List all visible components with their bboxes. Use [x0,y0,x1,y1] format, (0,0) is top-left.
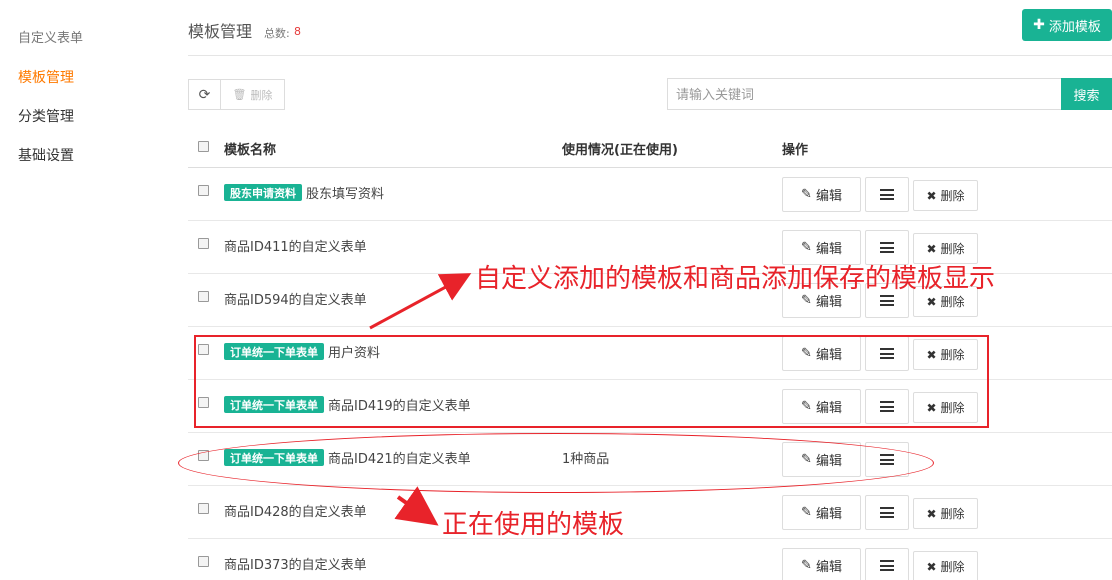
list-icon [880,507,894,518]
close-icon: ✖ [926,241,937,256]
delete-label: 删除 [940,560,965,574]
edit-button[interactable]: ✎ 编辑 [782,548,861,580]
select-all-checkbox[interactable] [198,141,209,152]
list-icon [880,242,894,253]
template-name: 商品ID594的自定义表单 [224,293,367,308]
sidebar-item-category-management[interactable]: 分类管理 [18,106,74,126]
delete-button[interactable]: ✖ 删除 [913,180,978,211]
row-checkbox[interactable] [198,185,209,196]
close-icon: ✖ [926,559,937,574]
delete-label: 删除 [940,295,965,309]
list-icon [880,189,894,200]
delete-label: 删除 [940,189,965,203]
column-header-usage: 使用情况(正在使用) [562,143,678,158]
sidebar: 自定义表单 模板管理 分类管理 基础设置 [0,0,170,580]
list-button[interactable] [865,177,909,212]
column-header-actions: 操作 [782,143,809,158]
page-title: 模板管理 [188,22,253,41]
list-button[interactable] [865,548,909,580]
edit-label: 编辑 [815,507,842,522]
bulk-delete-button[interactable]: 🗑 删除 [220,79,285,110]
search-button[interactable]: 搜索 [1061,78,1112,110]
row-actions: ✎ 编辑 ✖ 删除 [782,177,978,212]
add-template-label: 添加模板 [1048,19,1101,35]
plus-icon: ✚ [1033,17,1045,33]
add-template-button[interactable]: ✚ 添加模板 [1022,9,1112,41]
trash-icon: 🗑 [232,88,247,101]
list-icon [880,295,894,306]
table-header: 模板名称 使用情况(正在使用) 操作 [188,128,1112,168]
row-checkbox[interactable] [198,503,209,514]
edit-icon: ✎ [801,187,812,202]
sidebar-item-custom-form[interactable]: 自定义表单 [18,27,83,46]
table-row: 商品ID373的自定义表单 ✎ 编辑 ✖ 删除 [188,539,1112,580]
template-name-cell: 商品ID373的自定义表单 [224,554,367,573]
edit-button[interactable]: ✎ 编辑 [782,177,861,212]
close-icon: ✖ [926,506,937,521]
edit-icon: ✎ [801,293,812,308]
template-name: 商品ID428的自定义表单 [224,505,367,520]
refresh-button[interactable]: ⟳ [188,79,221,110]
edit-button[interactable]: ✎ 编辑 [782,495,861,530]
list-button[interactable] [865,495,909,530]
toolbar: ⟳ 🗑 删除 [188,79,285,110]
table-row: 股东申请资料 股东填写资料 ✎ 编辑 ✖ 删除 [188,168,1112,221]
total-label: 总数: [264,27,290,40]
row-checkbox[interactable] [198,291,209,302]
sidebar-item-template-management[interactable]: 模板管理 [18,67,74,87]
total-count: 8 [294,25,301,38]
table-row: 商品ID428的自定义表单 ✎ 编辑 ✖ 删除 [188,486,1112,539]
row-actions: ✎ 编辑 ✖ 删除 [782,495,978,530]
annotation-ellipse [178,433,934,493]
page-header: 模板管理 总数: 8 ✚ 添加模板 [188,0,1112,56]
delete-label: 删除 [940,507,965,521]
refresh-icon: ⟳ [198,86,211,103]
edit-icon: ✎ [801,240,812,255]
template-name-cell: 商品ID428的自定义表单 [224,501,367,520]
row-checkbox[interactable] [198,238,209,249]
edit-label: 编辑 [815,560,842,575]
category-tag: 股东申请资料 [224,184,302,201]
edit-icon: ✎ [801,505,812,520]
annotation-highlight-box [194,335,989,428]
search-input[interactable] [667,78,1062,110]
close-icon: ✖ [926,188,937,203]
edit-icon: ✎ [801,558,812,573]
row-checkbox[interactable] [198,556,209,567]
close-icon: ✖ [926,294,937,309]
template-name-cell: 商品ID594的自定义表单 [224,289,367,308]
delete-label: 删除 [940,242,965,256]
annotation-bottom-note: 正在使用的模板 [442,510,625,540]
template-name: 商品ID411的自定义表单 [224,240,367,255]
sidebar-item-basic-settings[interactable]: 基础设置 [18,145,74,165]
row-actions: ✎ 编辑 ✖ 删除 [782,548,978,580]
bulk-delete-label: 删除 [250,88,273,102]
list-icon [880,560,894,571]
template-name-cell: 商品ID411的自定义表单 [224,236,367,255]
annotation-top-note: 自定义添加的模板和商品添加保存的模板显示 [475,264,996,294]
edit-label: 编辑 [815,189,842,204]
template-name: 股东填写资料 [306,187,385,202]
column-header-name: 模板名称 [224,143,277,158]
delete-button[interactable]: ✖ 删除 [913,498,978,529]
template-name: 商品ID373的自定义表单 [224,558,367,573]
delete-button[interactable]: ✖ 删除 [913,551,978,580]
template-name-cell: 股东申请资料 股东填写资料 [224,183,384,202]
edit-label: 编辑 [815,242,842,257]
